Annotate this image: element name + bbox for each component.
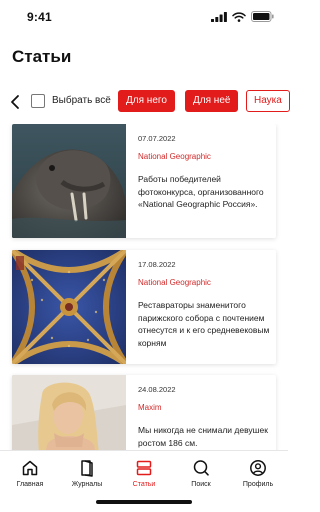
article-source[interactable]: Maxim <box>138 403 272 412</box>
tab-label: Поиск <box>191 481 211 488</box>
home-icon <box>22 460 38 476</box>
article-card[interactable]: 17.08.2022 National Geographic Реставрат… <box>12 250 276 364</box>
article-image-portrait <box>12 375 126 450</box>
magazine-icon <box>81 460 93 477</box>
page-title: Статьи <box>12 47 72 66</box>
tab-search[interactable]: Поиск <box>172 459 230 488</box>
article-card[interactable]: 07.07.2022 National Geographic Работы по… <box>12 124 276 238</box>
tab-label: Главная <box>16 481 44 488</box>
chip-for-her[interactable]: Для неё <box>185 90 239 112</box>
article-content: 17.08.2022 National Geographic Реставрат… <box>138 260 272 349</box>
articles-icon <box>136 460 152 476</box>
article-date: 17.08.2022 <box>138 260 176 269</box>
tab-home[interactable]: Главная <box>1 459 59 488</box>
article-content: 07.07.2022 National Geographic Работы по… <box>138 134 272 211</box>
back-button[interactable] <box>8 93 24 111</box>
search-icon <box>193 460 209 476</box>
chip-for-him[interactable]: Для него <box>118 90 175 112</box>
status-time: 9:41 <box>27 10 52 24</box>
tab-label: Статьи <box>132 481 156 488</box>
article-text: Работы победителей фотоконкурса, организ… <box>138 174 264 209</box>
tab-label: Профиль <box>242 481 274 488</box>
profile-icon <box>250 460 266 476</box>
article-source[interactable]: National Geographic <box>138 152 272 161</box>
article-image-walrus <box>12 124 126 238</box>
article-card[interactable]: 24.08.2022 Maxim Мы никогда не снимали д… <box>12 375 276 450</box>
wifi-icon <box>232 11 246 22</box>
article-list[interactable]: 07.07.2022 National Geographic Работы по… <box>0 124 288 450</box>
article-text: Мы никогда не снимали девушек ростом 186… <box>138 425 268 448</box>
article-content: 24.08.2022 Maxim Мы никогда не снимали д… <box>138 385 272 449</box>
chevron-left-icon <box>11 95 19 109</box>
signal-icon <box>211 11 227 22</box>
home-indicator <box>96 500 192 504</box>
tab-label: Журналы <box>71 481 103 488</box>
select-all-label[interactable]: Выбрать всё <box>52 95 111 106</box>
article-text: Реставраторы знаменитого парижского собо… <box>138 300 270 348</box>
article-image-cathedral <box>12 250 126 364</box>
select-all-checkbox[interactable] <box>31 94 45 108</box>
chip-science[interactable]: Наука <box>246 90 290 112</box>
status-icons <box>211 11 274 22</box>
filter-row: Выбрать всё Для него Для неё Наука <box>0 89 290 115</box>
battery-icon <box>251 11 274 22</box>
tab-magazines[interactable]: Журналы <box>58 459 116 488</box>
article-date: 24.08.2022 <box>138 385 176 394</box>
article-date: 07.07.2022 <box>138 134 176 143</box>
tab-articles[interactable]: Статьи <box>115 459 173 488</box>
article-source[interactable]: National Geographic <box>138 278 272 287</box>
status-bar: 9:41 <box>0 0 288 34</box>
tab-profile[interactable]: Профиль <box>229 459 287 488</box>
